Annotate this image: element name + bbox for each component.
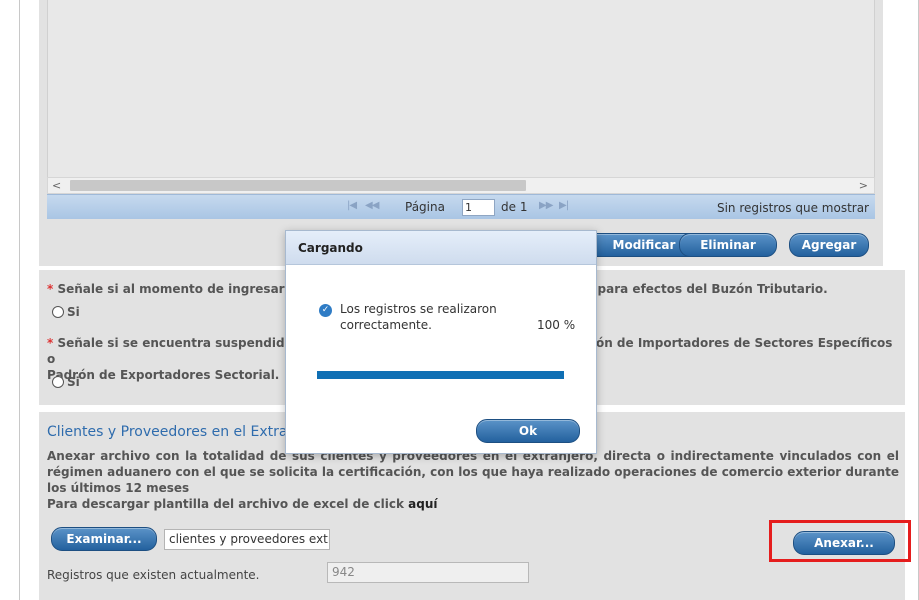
records-label: Registros que existen actualmente. xyxy=(47,568,260,582)
scroll-right-icon[interactable]: > xyxy=(859,178,868,193)
horizontal-scrollbar[interactable]: < > xyxy=(47,177,875,194)
pager-status: Sin registros que mostrar xyxy=(716,201,869,215)
records-count-field: 942 xyxy=(327,562,529,583)
delete-button[interactable]: Eliminar xyxy=(679,233,777,257)
last-page-icon[interactable]: ▶| xyxy=(559,200,569,211)
next-page-icon[interactable]: ▶▶ xyxy=(539,200,553,211)
add-button[interactable]: Agregar xyxy=(789,233,869,257)
records-grid-panel: < > |◀ ◀◀ Página 1 de 1 ▶▶ ▶| Sin regist… xyxy=(39,0,883,266)
scroll-left-icon[interactable]: < xyxy=(52,178,61,193)
ok-button[interactable]: Ok xyxy=(476,419,580,443)
scrollbar-thumb[interactable] xyxy=(70,180,526,191)
clients-description: Anexar archivo con la totalidad de sus c… xyxy=(47,449,899,511)
radio-suspended-si[interactable]: Si xyxy=(52,375,80,389)
check-circle-icon: ✓ xyxy=(319,304,332,317)
page-number-input[interactable]: 1 xyxy=(462,199,495,216)
radio-icon[interactable] xyxy=(52,376,64,388)
attach-highlight-box xyxy=(769,520,911,562)
required-marker: * xyxy=(47,282,58,296)
template-download-link[interactable]: aquí xyxy=(408,497,437,511)
progress-fill xyxy=(317,371,564,379)
page-of-label: de 1 xyxy=(501,200,528,214)
records-grid xyxy=(47,0,875,177)
clients-title: Clientes y Proveedores en el Extranjero xyxy=(47,424,323,440)
first-page-icon[interactable]: |◀ xyxy=(347,200,357,211)
dialog-title: Cargando xyxy=(286,231,596,265)
radio-email-si[interactable]: Si xyxy=(52,305,80,319)
progress-bar xyxy=(317,371,564,379)
loading-dialog: Cargando ✓ Los registros se realizaron c… xyxy=(285,230,597,454)
browse-button[interactable]: Examinar... xyxy=(51,527,157,551)
file-name-field[interactable]: clientes y proveedores extr xyxy=(164,529,330,550)
progress-percent: 100 % xyxy=(537,318,576,332)
page-label: Página xyxy=(405,200,445,214)
required-marker: * xyxy=(47,336,58,350)
radio-icon[interactable] xyxy=(52,306,64,318)
prev-page-icon[interactable]: ◀◀ xyxy=(365,200,379,211)
grid-pager: |◀ ◀◀ Página 1 de 1 ▶▶ ▶| Sin registros … xyxy=(47,194,875,219)
dialog-message: Los registros se realizaron correctament… xyxy=(340,302,497,332)
